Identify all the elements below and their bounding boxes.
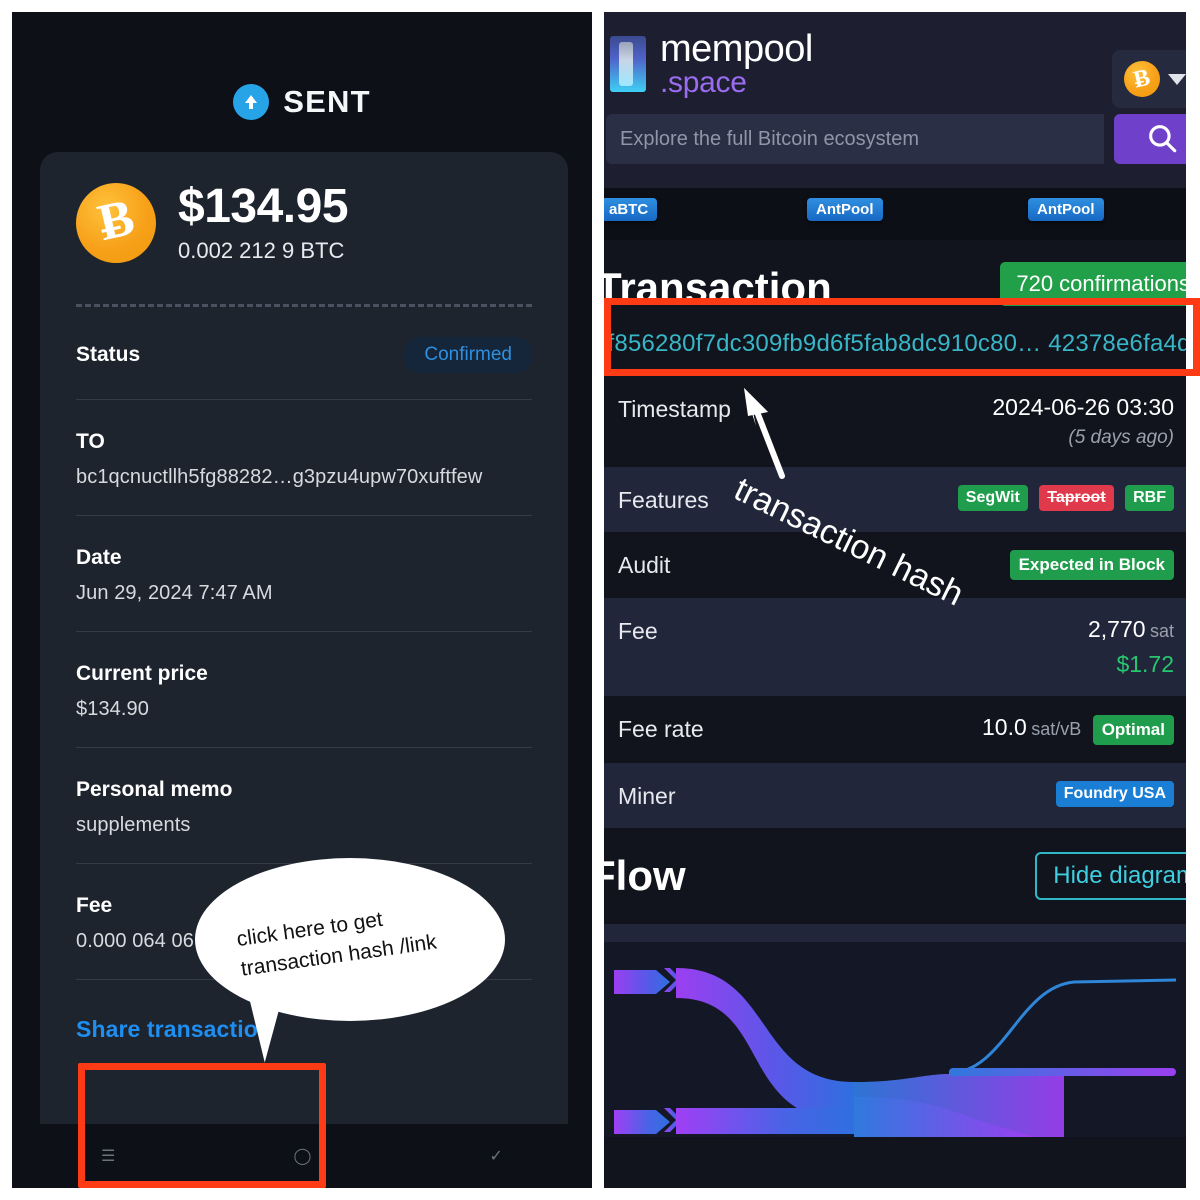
mempool-logo-suffix: .space [660, 66, 747, 99]
share-transaction-link[interactable]: Share transaction [76, 1016, 272, 1042]
row-label: Fee [76, 894, 113, 918]
audit-badge: Expected in Block [1009, 550, 1174, 580]
currency-selector-button[interactable]: Ƀ [1112, 50, 1186, 108]
date-value: Jun 29, 2024 7:47 AM [76, 582, 273, 605]
nav-circle-icon[interactable]: ◯ [294, 1146, 312, 1166]
transaction-hash[interactable]: 3f856280f7dc309fb9d6f5fab8dc910c80… 4237… [604, 316, 1186, 376]
fee-rate-value: 10.0 [982, 714, 1027, 740]
timestamp-value: 2024-06-26 03:30 [992, 394, 1174, 420]
flow-section-header: Flow Hide diagram [604, 828, 1186, 924]
current-price-value: $134.90 [76, 698, 149, 721]
fee-unit: sat [1149, 621, 1174, 641]
row-label: Personal memo [76, 778, 233, 802]
up-arrow-circle-icon [233, 84, 270, 120]
block-pool-chip[interactable]: AntPool [1028, 198, 1104, 221]
block-pool-chip[interactable]: AntPool [807, 198, 883, 221]
hide-diagram-button[interactable]: Hide diagram [1035, 852, 1186, 900]
detail-row-current-price: Current price $134.90 [76, 632, 532, 749]
detail-row-date: Date Jun 29, 2024 7:47 AM [76, 516, 532, 633]
table-row: Fee rate 10.0 sat/vB Optimal [604, 696, 1186, 763]
mempool-logo[interactable]: mempool .space [604, 30, 1186, 98]
transaction-title-row: Transaction 720 confirmations [604, 240, 1186, 316]
callout-bubble: click here to get transaction hash /link [195, 858, 505, 1021]
confirmations-badge: 720 confirmations [1000, 262, 1186, 306]
fee-rate-unit: sat/vB [1031, 719, 1082, 739]
row-label: Fee rate [618, 716, 704, 742]
nav-check-icon[interactable]: ✓ [490, 1146, 503, 1166]
search-input[interactable] [606, 114, 1104, 164]
screenshot-stage: SENT Ƀ $134.95 0.002 212 9 BTC Status Co… [0, 0, 1200, 1200]
detail-row-to[interactable]: TO bc1qcnuctllh5fg88282…g3pzu4upw70xuftf… [76, 400, 532, 517]
block-pool-chip[interactable]: aBTC [604, 198, 658, 221]
flow-spacer [604, 924, 1186, 942]
row-label: Date [76, 546, 122, 570]
transaction-detail-card: Ƀ $134.95 0.002 212 9 BTC Status Confirm… [40, 152, 568, 1172]
row-label: Fee [618, 618, 658, 644]
detail-row-personal-memo[interactable]: Personal memo supplements [76, 748, 532, 865]
detail-row-status: Status Confirmed [76, 307, 532, 401]
timestamp-relative: (5 days ago) [1068, 427, 1174, 448]
fee-value: 2,770 [1087, 616, 1146, 642]
callout-text: click here to get transaction hash /link [235, 907, 439, 982]
bitcoin-b-glyph: Ƀ [92, 189, 140, 253]
flow-sankey-svg [614, 968, 1177, 1137]
mempool-header: mempool .space Ƀ [604, 12, 1186, 188]
recipient-address[interactable]: bc1qcnuctllh5fg88282…g3pzu4upw70xuftfew [76, 466, 532, 489]
row-label: Audit [618, 552, 671, 578]
row-label: Status [76, 343, 141, 367]
table-row: Miner Foundry USA [604, 763, 1186, 828]
fee-fiat-value: $1.72 [1116, 651, 1174, 677]
feature-tag-rbf[interactable]: RBF [1125, 485, 1174, 511]
mempool-logo-word: mempool [660, 28, 813, 70]
table-row: Audit Expected in Block [604, 532, 1186, 598]
row-label: TO [76, 430, 105, 454]
miner-badge[interactable]: Foundry USA [1055, 781, 1174, 807]
bitcoin-coin-icon: Ƀ [1124, 61, 1160, 97]
bitcoin-coin-icon: Ƀ [76, 183, 156, 264]
amount-block: Ƀ $134.95 0.002 212 9 BTC [76, 152, 532, 264]
table-row: Features SegWit Taproot RBF [604, 467, 1186, 532]
row-label: Features [618, 487, 709, 513]
personal-memo-value[interactable]: supplements [76, 814, 532, 837]
sent-label: SENT [283, 84, 371, 119]
amount-btc: 0.002 212 9 BTC [178, 238, 345, 264]
nav-menu-icon[interactable]: ☰ [101, 1146, 115, 1166]
amount-fiat: $134.95 [178, 180, 349, 233]
search-row [604, 114, 1186, 164]
row-label: Current price [76, 662, 208, 686]
mempool-space-panel: mempool .space Ƀ Explore the full Bitcoi… [604, 12, 1186, 1188]
search-icon [1145, 121, 1179, 158]
row-label: Timestamp [618, 396, 731, 422]
mempool-logo-mark-icon [610, 36, 646, 92]
status-badge: Confirmed [404, 337, 532, 374]
wallet-bottom-nav[interactable]: ☰ ◯ ✓ [12, 1124, 592, 1188]
flow-title: Flow [604, 852, 686, 899]
table-row: Timestamp 2024-06-26 03:30 (5 days ago) [604, 376, 1186, 467]
page-title: Transaction [604, 264, 832, 311]
chevron-down-icon [1168, 73, 1186, 85]
search-button[interactable] [1114, 114, 1186, 164]
feature-tag-segwit[interactable]: SegWit [957, 485, 1028, 511]
feature-tag-taproot[interactable]: Taproot [1039, 485, 1114, 511]
table-row: Fee 2,770 sat $1.72 [604, 598, 1186, 696]
sent-header: SENT [12, 12, 592, 120]
transaction-flow-diagram [604, 942, 1186, 1137]
fee-rate-badge: Optimal [1092, 715, 1174, 745]
bitcoin-b-glyph: Ƀ [1131, 64, 1153, 93]
row-label: Miner [618, 783, 676, 809]
recent-blocks-strip[interactable]: aBTC AntPool AntPool [604, 188, 1186, 240]
transaction-details-table: Timestamp 2024-06-26 03:30 (5 days ago) … [604, 376, 1186, 828]
